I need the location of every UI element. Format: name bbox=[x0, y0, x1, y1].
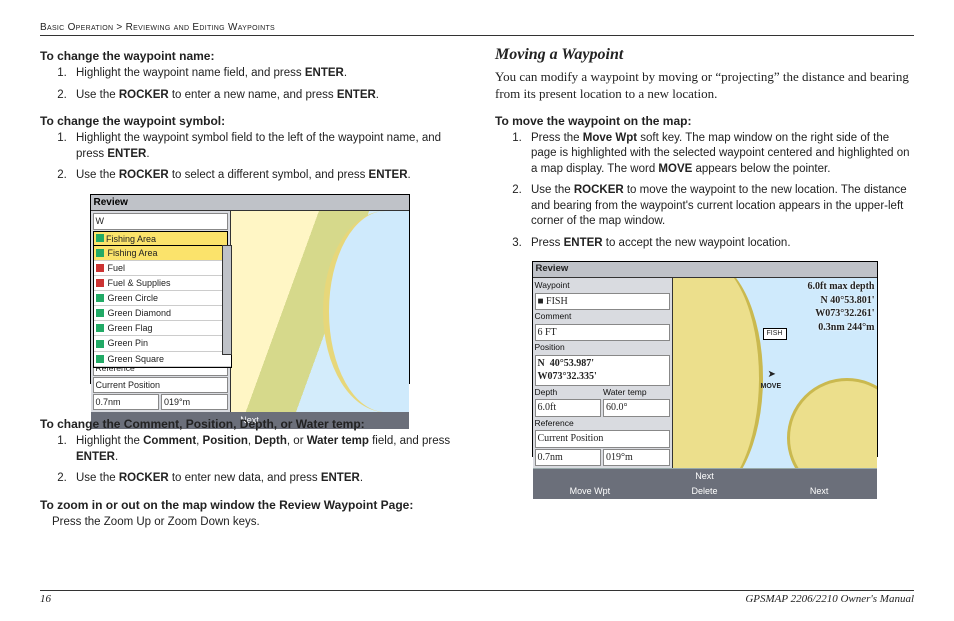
next-bar[interactable]: Next bbox=[533, 468, 877, 483]
task-heading: To move the waypoint on the map: bbox=[495, 113, 914, 129]
list-item[interactable]: Fishing Area bbox=[94, 246, 231, 261]
bearing: 019°m bbox=[161, 394, 228, 410]
list-item[interactable]: Green Flag bbox=[94, 321, 231, 336]
distance-field: 0.7nm bbox=[535, 449, 602, 467]
list-item[interactable]: Green Square bbox=[94, 352, 231, 367]
fig1-title: Review bbox=[91, 195, 409, 212]
step: Press ENTER to accept the new waypoint l… bbox=[525, 236, 914, 252]
comment-field[interactable]: 6 FT bbox=[535, 324, 670, 342]
right-task1-steps: Press the Move Wpt soft key. The map win… bbox=[495, 131, 914, 252]
map-preview[interactable]: 6.0ft max depth N 40°53.801' W073°32.261… bbox=[673, 278, 877, 468]
section-intro: You can modify a waypoint by moving or “… bbox=[495, 68, 914, 103]
breadcrumb-sub: Reviewing and Editing Waypoints bbox=[126, 22, 275, 33]
label: Comment bbox=[535, 311, 670, 322]
cursor-icon: ➤ bbox=[768, 368, 776, 382]
step: Use the ROCKER to enter new data, and pr… bbox=[70, 471, 459, 487]
task-heading: To change the waypoint symbol: bbox=[40, 113, 459, 129]
doc-title: GPSMAP 2206/2210 Owner's Manual bbox=[745, 593, 914, 605]
figure-review-page: Review Waypoint ■ FISH Comment 6 FT Posi… bbox=[532, 261, 878, 457]
depth-field[interactable]: 6.0ft bbox=[535, 399, 602, 417]
task-heading: To change the waypoint name: bbox=[40, 48, 459, 64]
step: Use the ROCKER to select a different sym… bbox=[70, 168, 459, 184]
breadcrumb: Basic Operation > Reviewing and Editing … bbox=[40, 22, 914, 36]
distance: 0.7nm bbox=[93, 394, 160, 410]
task4-body: Press the Zoom Up or Zoom Down keys. bbox=[40, 515, 459, 531]
task3-steps: Highlight the Comment, Position, Depth, … bbox=[40, 434, 459, 487]
softkey-delete[interactable]: Delete bbox=[647, 483, 762, 499]
step: Press the Move Wpt soft key. The map win… bbox=[525, 131, 914, 178]
position-field[interactable]: N 40°53.987' W073°32.335' bbox=[535, 355, 670, 386]
label: Position bbox=[535, 342, 670, 353]
symbol-dropdown[interactable]: Fishing Area Fishing Area Fuel Fuel & Su… bbox=[93, 231, 228, 247]
label: Water temp bbox=[603, 387, 670, 398]
reference-field[interactable]: Current Position bbox=[535, 430, 670, 448]
task1-steps: Highlight the waypoint name field, and p… bbox=[40, 66, 459, 103]
step: Highlight the waypoint symbol field to t… bbox=[70, 131, 459, 162]
bearing-field: 019°m bbox=[603, 449, 670, 467]
step: Use the ROCKER to move the waypoint to t… bbox=[525, 183, 914, 230]
value: Current Position bbox=[93, 377, 228, 393]
label: Waypoint bbox=[535, 280, 670, 291]
page-footer: 16 GPSMAP 2206/2210 Owner's Manual bbox=[40, 590, 914, 605]
symbol-list[interactable]: Fishing Area Fuel Fuel & Supplies Green … bbox=[93, 245, 232, 368]
row: W bbox=[93, 213, 228, 229]
page-number: 16 bbox=[40, 593, 51, 605]
softkey-move[interactable]: Move Wpt bbox=[533, 483, 648, 499]
watertemp-field[interactable]: 60.0° bbox=[603, 399, 670, 417]
map-info: 6.0ft max depth N 40°53.801' W073°32.261… bbox=[675, 280, 875, 334]
task2-steps: Highlight the waypoint symbol field to t… bbox=[40, 131, 459, 184]
fig2-title: Review bbox=[533, 262, 877, 278]
softkey-next[interactable]: Next bbox=[762, 483, 877, 499]
label: Depth bbox=[535, 387, 602, 398]
map-preview bbox=[231, 211, 409, 412]
right-column: Moving a Waypoint You can modify a waypo… bbox=[495, 44, 914, 541]
list-item[interactable]: Green Circle bbox=[94, 291, 231, 306]
step: Highlight the waypoint name field, and p… bbox=[70, 66, 459, 82]
step: Highlight the Comment, Position, Depth, … bbox=[70, 434, 459, 465]
label: Reference bbox=[535, 418, 670, 429]
step: Use the ROCKER to enter a new name, and … bbox=[70, 88, 459, 104]
breadcrumb-sep: > bbox=[116, 22, 122, 33]
waypoint-field[interactable]: ■ FISH bbox=[535, 293, 670, 311]
waypoint-flag[interactable]: FISH bbox=[763, 328, 787, 340]
move-label: MOVE bbox=[761, 382, 782, 391]
scrollbar[interactable] bbox=[222, 245, 232, 355]
list-item[interactable]: Fuel & Supplies bbox=[94, 276, 231, 291]
list-item[interactable]: Green Diamond bbox=[94, 306, 231, 321]
section-title: Moving a Waypoint bbox=[495, 44, 914, 66]
left-column: To change the waypoint name: Highlight t… bbox=[40, 44, 459, 541]
list-item[interactable]: Fuel bbox=[94, 261, 231, 276]
softkey-bar: Move Wpt Delete Next bbox=[533, 483, 877, 499]
task-heading: To zoom in or out on the map window the … bbox=[40, 497, 459, 513]
figure-symbol-list: Review W Fishing Area Fishing Area Fuel … bbox=[90, 194, 410, 384]
breadcrumb-section: Basic Operation bbox=[40, 22, 113, 33]
list-item[interactable]: Green Pin bbox=[94, 336, 231, 351]
